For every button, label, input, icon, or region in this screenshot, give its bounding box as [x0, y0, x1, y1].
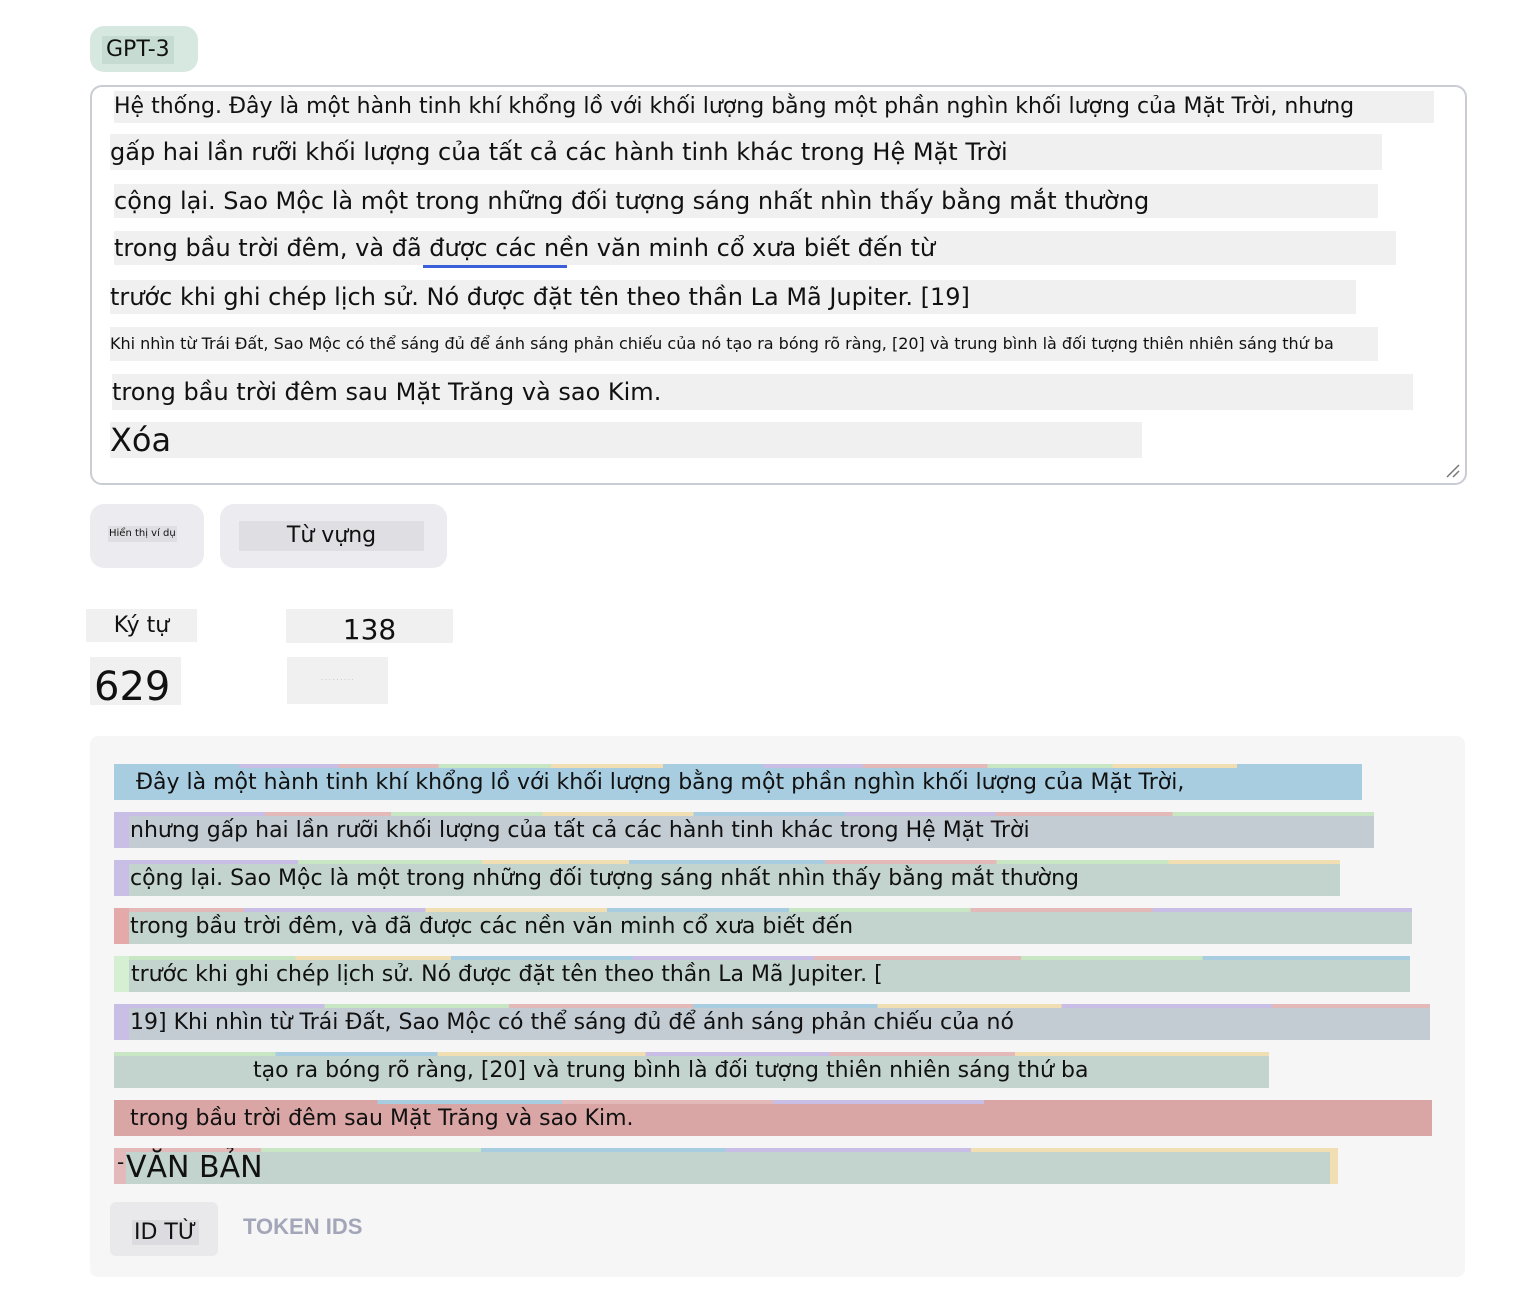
token-line: trong bầu trời đêm, và đã được các nền v… [114, 908, 1412, 944]
token-text: nhưng gấp hai lần rưỡi khối lượng của tấ… [130, 818, 1030, 843]
input-line: trong bầu trời đêm, và đã được các nền v… [114, 231, 1396, 265]
input-line: Hệ thống. Đây là một hành tinh khí khổng… [114, 91, 1434, 123]
token-text: tạo ra bóng rõ ràng, [20] và trung bình … [253, 1058, 1089, 1083]
token-count-value: 138 [286, 609, 453, 646]
token-line: 19] Khi nhìn từ Trái Đất, Sao Mộc có thể… [114, 1004, 1430, 1040]
token-line: tạo ra bóng rõ ràng, [20] và trung bình … [114, 1052, 1269, 1088]
token-text: Đây là một hành tinh khí khổng lồ với kh… [136, 770, 1185, 795]
character-count-value: 629 [90, 657, 181, 710]
token-text: trong bầu trời đêm sau Mặt Trăng và sao … [130, 1106, 634, 1131]
tab-token-ids[interactable]: TOKEN IDS [243, 1214, 362, 1240]
input-line: gấp hai lần rưỡi khối lượng của tất cả c… [110, 134, 1382, 170]
model-label: GPT-3 [102, 36, 174, 64]
token-prefix-mark: - [117, 1150, 125, 1174]
input-line: trước khi ghi chép lịch sử. Nó được đặt … [110, 280, 1356, 314]
token-line: - VĂN BẢN [114, 1148, 1338, 1184]
show-example-label: Hiển thị ví dụ [108, 526, 177, 542]
show-example-button[interactable]: Hiển thị ví dụ [90, 504, 204, 568]
model-selector[interactable]: GPT-3 [90, 26, 198, 72]
resize-handle-icon[interactable] [1444, 462, 1460, 478]
input-line: cộng lại. Sao Mộc là một trong những đối… [114, 184, 1378, 218]
vocabulary-button[interactable]: Từ vựng [220, 504, 447, 568]
tokens-label: · · · · · · · · · [287, 657, 388, 704]
link-underline [423, 265, 567, 268]
token-text: 19] Khi nhìn từ Trái Đất, Sao Mộc có thể… [130, 1010, 1014, 1035]
input-line: trong bầu trời đêm sau Mặt Trăng và sao … [112, 374, 1413, 410]
characters-label: Ký tự [86, 609, 197, 642]
token-text: VĂN BẢN [126, 1150, 263, 1184]
token-line: Đây là một hành tinh khí khổng lồ với kh… [114, 764, 1362, 800]
token-line: cộng lại. Sao Mộc là một trong những đối… [114, 860, 1340, 896]
vocabulary-label: Từ vựng [239, 521, 424, 551]
tab-word-ids[interactable]: ID TỪ [110, 1202, 218, 1256]
clear-text[interactable]: Xóa [110, 422, 1142, 458]
token-line: trong bầu trời đêm sau Mặt Trăng và sao … [114, 1100, 1432, 1136]
input-line: Khi nhìn từ Trái Đất, Sao Mộc có thể sán… [110, 327, 1378, 361]
token-text: trong bầu trời đêm, và đã được các nền v… [130, 914, 854, 939]
tab-word-ids-label: ID TỪ [132, 1220, 199, 1245]
token-line: trước khi ghi chép lịch sử. Nó được đặt … [114, 956, 1410, 992]
token-text: trước khi ghi chép lịch sử. Nó được đặt … [131, 962, 883, 987]
token-line: nhưng gấp hai lần rưỡi khối lượng của tấ… [114, 812, 1374, 848]
text-input-area[interactable]: Hệ thống. Đây là một hành tinh khí khổng… [90, 85, 1467, 485]
token-text: cộng lại. Sao Mộc là một trong những đối… [130, 866, 1080, 891]
